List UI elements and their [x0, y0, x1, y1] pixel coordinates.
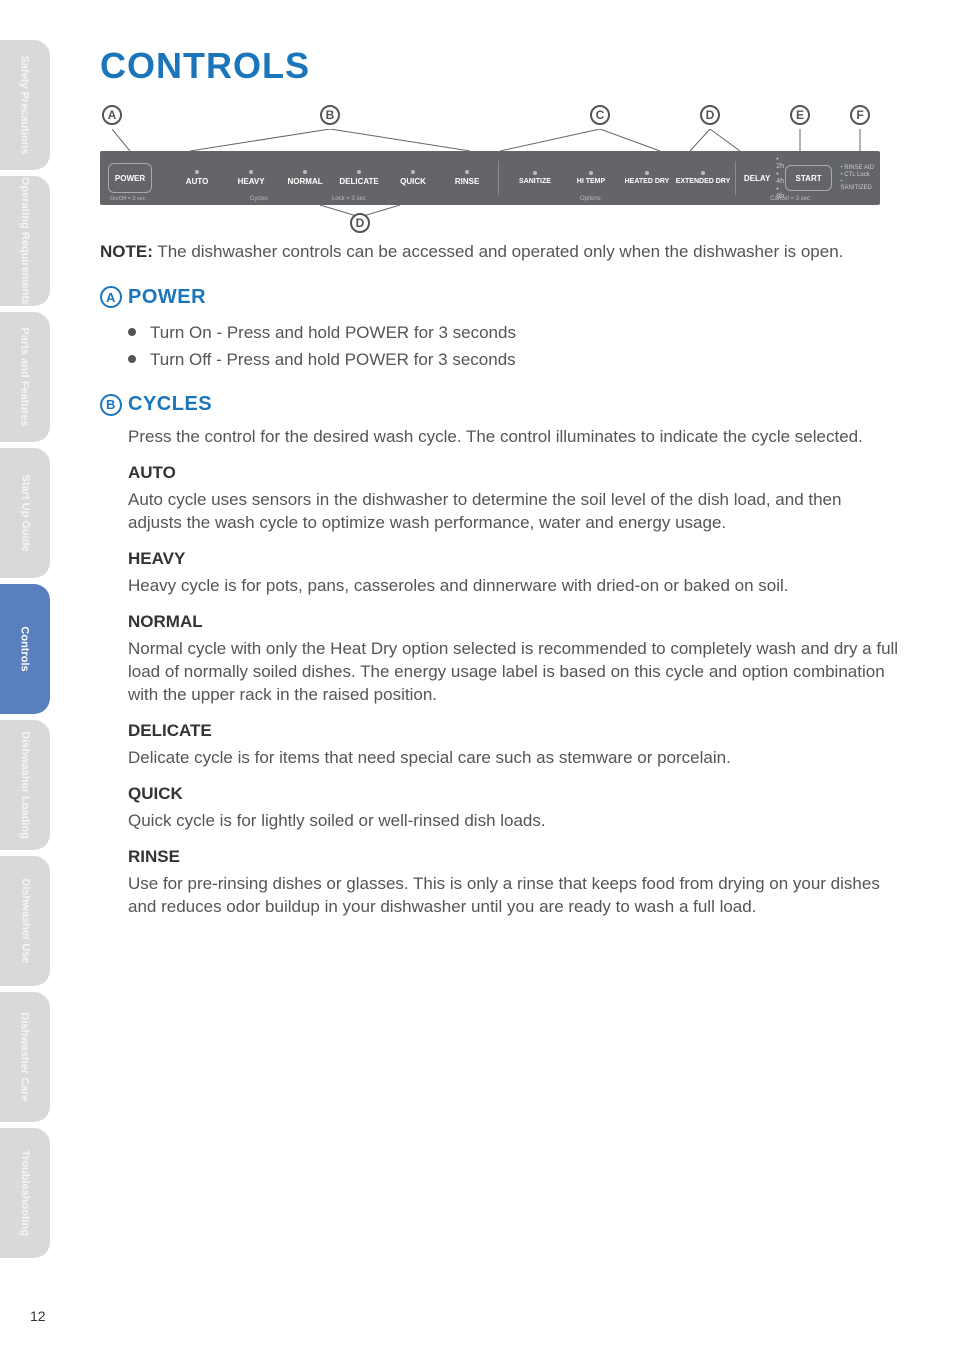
cycles-intro: Press the control for the desired wash c… [128, 426, 900, 449]
panel-delay-times: 2h 4h 8h [776, 156, 784, 200]
power-bullet-off: Turn Off - Press and hold POWER for 3 se… [128, 346, 900, 373]
cycle-quick-head: QUICK [128, 784, 900, 804]
panel-cycle-normal: NORMAL [278, 170, 332, 186]
power-bullet-on: Turn On - Press and hold POWER for 3 sec… [128, 319, 900, 346]
callout-lines [100, 129, 880, 151]
panel-separator-2 [735, 161, 736, 195]
panel-delay-group: DELAY 2h 4h 8h [744, 156, 785, 200]
panel-cycle-auto: AUTO [170, 170, 224, 186]
control-panel: POWER On/Off = 3 sec AUTO HEAVY NORMAL D… [100, 151, 880, 205]
cycle-heavy-head: HEAVY [128, 549, 900, 569]
callout-a: A [102, 105, 122, 125]
panel-options-group: SANITIZE HI TEMP HEATED DRY EXTENDED DRY [507, 171, 731, 186]
cycle-heavy-text: Heavy cycle is for pots, pans, casserole… [128, 575, 900, 598]
section-power-title: POWER [128, 286, 206, 309]
panel-cycle-quick: QUICK [386, 170, 440, 186]
cycle-rinse-text: Use for pre-rinsing dishes or glasses. T… [128, 873, 900, 919]
section-power-heading: A POWER [100, 286, 900, 309]
main-content: CONTROLS A B C D E F POWER On/Off = 3 se… [100, 45, 900, 933]
cycle-auto-text: Auto cycle uses sensors in the dishwashe… [128, 489, 900, 535]
tab-loading[interactable]: Dishwasher Loading [0, 720, 50, 850]
panel-delay-label: DELAY [744, 174, 770, 183]
callout-d: D [700, 105, 720, 125]
panel-indicators: RINSE AID CTL Lock SANITIZED [840, 165, 874, 191]
tab-operating[interactable]: Operating Requirements [0, 176, 50, 306]
controls-diagram: A B C D E F POWER On/Off = 3 sec AUTO HE… [100, 105, 880, 235]
panel-options-label: Options [580, 196, 601, 202]
cycle-normal-head: NORMAL [128, 612, 900, 632]
panel-separator [498, 161, 499, 195]
callout-c: C [590, 105, 610, 125]
note-label: NOTE: [100, 242, 153, 261]
tab-startup[interactable]: Start Up Guide [0, 448, 50, 578]
tab-use[interactable]: Dishwasher Use [0, 856, 50, 986]
panel-cancel-sublabel: Cancel = 3 sec [770, 196, 810, 202]
tab-controls[interactable]: Controls [0, 584, 50, 714]
cycle-quick-text: Quick cycle is for lightly soiled or wel… [128, 810, 900, 833]
sidebar-nav: Safety Precautions Operating Requirement… [0, 40, 50, 1264]
section-power-letter: A [100, 286, 122, 308]
callout-d-bottom: D [350, 213, 370, 233]
panel-power-sublabel: On/Off = 3 sec [110, 196, 146, 202]
note-text: NOTE: The dishwasher controls can be acc… [100, 241, 900, 264]
panel-start-area: START RINSE AID CTL Lock SANITIZED [785, 165, 874, 191]
cycle-auto-head: AUTO [128, 463, 900, 483]
panel-opt-hitemp: HI TEMP [563, 171, 619, 186]
callout-line-bottom [100, 205, 880, 217]
callout-e: E [790, 105, 810, 125]
callout-b: B [320, 105, 340, 125]
section-cycles-title: CYCLES [128, 393, 212, 416]
cycle-delicate-head: DELICATE [128, 721, 900, 741]
panel-cycle-group: AUTO HEAVY NORMAL DELICATE QUICK RINSE [170, 170, 494, 186]
section-cycles-letter: B [100, 394, 122, 416]
panel-opt-heateddry: HEATED DRY [619, 171, 675, 186]
page-title: CONTROLS [100, 45, 900, 87]
tab-parts[interactable]: Parts and Features [0, 312, 50, 442]
section-cycles-heading: B CYCLES [100, 393, 900, 416]
panel-opt-extendeddry: EXTENDED DRY [675, 171, 731, 186]
cycle-normal-text: Normal cycle with only the Heat Dry opti… [128, 638, 900, 707]
cycle-rinse-head: RINSE [128, 847, 900, 867]
panel-lock-label: Lock = 3 sec [332, 196, 366, 202]
panel-start-button: START [785, 165, 833, 191]
panel-opt-sanitize: SANITIZE [507, 171, 563, 186]
panel-cycle-delicate: DELICATE [332, 170, 386, 186]
tab-troubleshooting[interactable]: Troubleshooting [0, 1128, 50, 1258]
page-number: 12 [30, 1308, 46, 1324]
panel-power-button: POWER [108, 163, 152, 193]
power-bullets: Turn On - Press and hold POWER for 3 sec… [128, 319, 900, 373]
panel-cycles-label: Cycles [250, 196, 268, 202]
callout-f: F [850, 105, 870, 125]
tab-safety[interactable]: Safety Precautions [0, 40, 50, 170]
panel-cycle-heavy: HEAVY [224, 170, 278, 186]
cycle-delicate-text: Delicate cycle is for items that need sp… [128, 747, 900, 770]
tab-care[interactable]: Dishwasher Care [0, 992, 50, 1122]
panel-cycle-rinse: RINSE [440, 170, 494, 186]
